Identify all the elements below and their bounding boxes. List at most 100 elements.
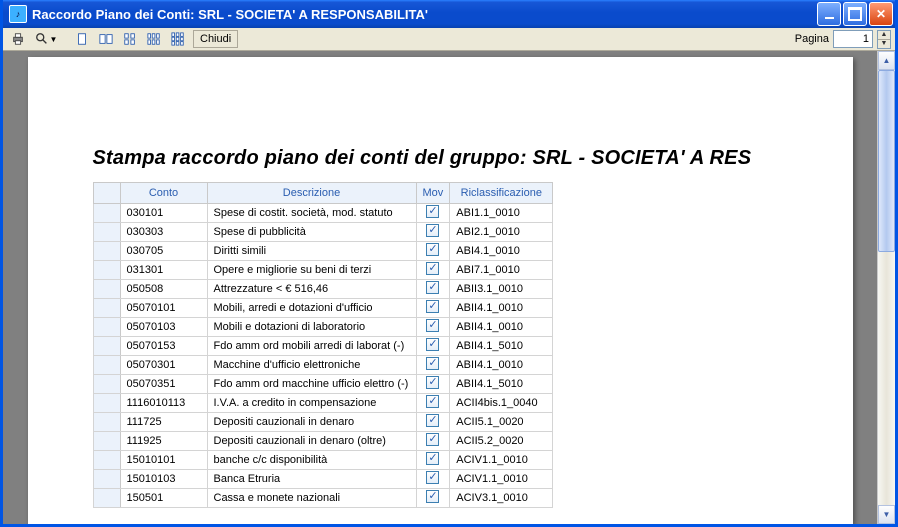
checkmark-icon <box>426 395 439 408</box>
cell-conto: 050508 <box>120 280 207 299</box>
cell-riclass: ACIV1.1_0010 <box>450 470 553 489</box>
checkmark-icon <box>426 414 439 427</box>
table-row-stub <box>93 261 120 280</box>
report-page: Stampa raccordo piano dei conti del grup… <box>28 57 853 524</box>
page-spinner[interactable]: ▲ ▼ <box>877 30 891 49</box>
cell-conto: 05070301 <box>120 356 207 375</box>
close-preview-button[interactable]: Chiudi <box>193 30 238 48</box>
page-layout-5-icon[interactable] <box>167 29 189 49</box>
cell-conto: 05070101 <box>120 299 207 318</box>
zoom-icon[interactable]: ▼ <box>31 29 61 49</box>
pagina-label: Pagina <box>795 33 829 45</box>
cell-riclass: ABI1.1_0010 <box>450 204 553 223</box>
table-row: 050508Attrezzature < € 516,46ABII3.1_001… <box>93 280 553 299</box>
cell-mov <box>416 242 450 261</box>
cell-mov <box>416 356 450 375</box>
table-row-stub <box>93 242 120 261</box>
cell-riclass: ACIV3.1_0010 <box>450 489 553 508</box>
page-layout-2-icon[interactable] <box>95 29 117 49</box>
cell-descrizione: Diritti simili <box>207 242 416 261</box>
checkmark-icon <box>426 490 439 503</box>
table-row: 05070301Macchine d'ufficio elettronicheA… <box>93 356 553 375</box>
cell-riclass: ABII3.1_0010 <box>450 280 553 299</box>
table-row: 1116010113I.V.A. a credito in compensazi… <box>93 394 553 413</box>
page-number-input[interactable] <box>833 30 873 48</box>
table-row-stub <box>93 299 120 318</box>
table-row-stub <box>93 223 120 242</box>
minimize-button[interactable] <box>817 2 841 26</box>
table-header-descrizione: Descrizione <box>207 183 416 204</box>
page-viewport: Stampa raccordo piano dei conti del grup… <box>3 51 877 524</box>
print-icon[interactable] <box>7 29 29 49</box>
cell-descrizione: Spese di pubblicità <box>207 223 416 242</box>
cell-conto: 1116010113 <box>120 394 207 413</box>
table-row: 031301Opere e migliorie su beni di terzi… <box>93 261 553 280</box>
cell-mov <box>416 280 450 299</box>
cell-conto: 05070351 <box>120 375 207 394</box>
cell-riclass: ABII4.1_0010 <box>450 318 553 337</box>
page-layout-1-icon[interactable] <box>71 29 93 49</box>
cell-descrizione: Spese di costit. società, mod. statuto <box>207 204 416 223</box>
cell-descrizione: Cassa e monete nazionali <box>207 489 416 508</box>
table-row-stub <box>93 451 120 470</box>
page-spin-down-icon[interactable]: ▼ <box>878 40 890 48</box>
window-buttons <box>815 2 893 26</box>
scroll-thumb[interactable] <box>878 70 895 252</box>
cell-descrizione: banche c/c disponibilità <box>207 451 416 470</box>
checkmark-icon <box>426 357 439 370</box>
table-row-stub <box>93 394 120 413</box>
cell-mov <box>416 223 450 242</box>
cell-conto: 030101 <box>120 204 207 223</box>
cell-conto: 150501 <box>120 489 207 508</box>
table-row: 15010103Banca EtruriaACIV1.1_0010 <box>93 470 553 489</box>
cell-conto: 15010103 <box>120 470 207 489</box>
table-row-stub <box>93 318 120 337</box>
cell-riclass: ACII5.1_0020 <box>450 413 553 432</box>
cell-conto: 030303 <box>120 223 207 242</box>
cell-riclass: ABI7.1_0010 <box>450 261 553 280</box>
table-header-riclass: Riclassificazione <box>450 183 553 204</box>
cell-mov <box>416 261 450 280</box>
table-row: 05070351Fdo amm ord macchine ufficio ele… <box>93 375 553 394</box>
page-layout-4-icon[interactable] <box>143 29 165 49</box>
scroll-up-icon[interactable]: ▲ <box>878 51 895 70</box>
close-window-button[interactable] <box>869 2 893 26</box>
page-layout-3-icon[interactable] <box>119 29 141 49</box>
cell-riclass: ABI2.1_0010 <box>450 223 553 242</box>
maximize-button[interactable] <box>843 2 867 26</box>
vertical-scrollbar[interactable]: ▲ ▼ <box>877 51 895 524</box>
table-row-stub <box>93 280 120 299</box>
toolbar-right-group: Pagina ▲ ▼ <box>795 30 891 49</box>
cell-conto: 05070103 <box>120 318 207 337</box>
cell-mov <box>416 394 450 413</box>
cell-mov <box>416 299 450 318</box>
checkmark-icon <box>426 376 439 389</box>
checkmark-icon <box>426 319 439 332</box>
cell-riclass: ABI4.1_0010 <box>450 242 553 261</box>
toolbar-left-group: ▼ Chiudi <box>7 29 238 49</box>
report-table: Conto Descrizione Mov Riclassificazione … <box>93 182 554 508</box>
table-header-stub <box>93 183 120 204</box>
scroll-track[interactable] <box>878 70 895 505</box>
cell-conto: 111925 <box>120 432 207 451</box>
checkmark-icon <box>426 205 439 218</box>
checkmark-icon <box>426 243 439 256</box>
cell-riclass: ACIV1.1_0010 <box>450 451 553 470</box>
table-row: 05070103Mobili e dotazioni di laboratori… <box>93 318 553 337</box>
table-row: 05070101Mobili, arredi e dotazioni d'uff… <box>93 299 553 318</box>
cell-riclass: ABII4.1_0010 <box>450 299 553 318</box>
checkmark-icon <box>426 281 439 294</box>
cell-conto: 15010101 <box>120 451 207 470</box>
scroll-down-icon[interactable]: ▼ <box>878 505 895 524</box>
cell-conto: 05070153 <box>120 337 207 356</box>
table-row-stub <box>93 356 120 375</box>
cell-descrizione: Depositi cauzionali in denaro <box>207 413 416 432</box>
table-row-stub <box>93 413 120 432</box>
page-spin-up-icon[interactable]: ▲ <box>878 31 890 40</box>
cell-descrizione: Opere e migliorie su beni di terzi <box>207 261 416 280</box>
table-row: 15010101banche c/c disponibilità ACIV1.1_… <box>93 451 553 470</box>
table-row: 111925Depositi cauzionali in denaro (olt… <box>93 432 553 451</box>
checkmark-icon <box>426 433 439 446</box>
cell-descrizione: Fdo amm ord mobili arredi di laborat (-) <box>207 337 416 356</box>
cell-riclass: ABII4.1_5010 <box>450 375 553 394</box>
